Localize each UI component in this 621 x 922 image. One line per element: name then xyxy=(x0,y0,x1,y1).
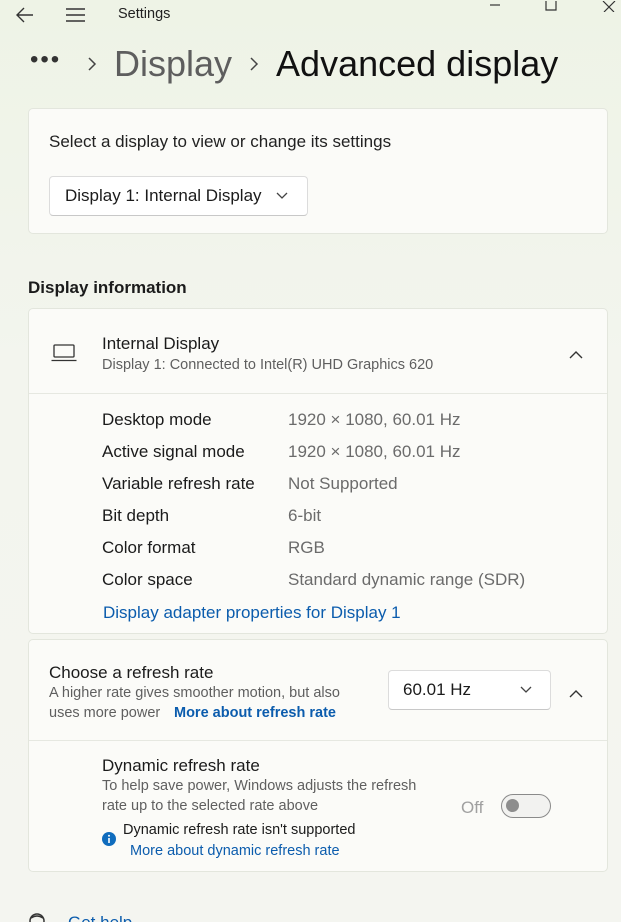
get-help-row[interactable]: Get help xyxy=(28,906,228,922)
chevron-right-icon xyxy=(70,56,114,72)
laptop-icon xyxy=(51,344,77,367)
help-icon xyxy=(28,912,46,922)
back-button[interactable] xyxy=(12,4,38,26)
breadcrumb: ••• Display Advanced display xyxy=(30,42,558,86)
minimize-icon xyxy=(490,4,500,6)
refresh-rate-desc-line1: A higher rate gives smoother motion, but… xyxy=(49,685,340,701)
select-display-label: Select a display to view or change its s… xyxy=(49,132,392,151)
refresh-rate-dropdown[interactable]: 60.01 Hz xyxy=(388,670,551,710)
refresh-rate-desc-line2: uses more power xyxy=(49,705,161,721)
maximize-icon xyxy=(545,0,557,11)
chevron-up-icon[interactable] xyxy=(569,346,583,364)
back-arrow-icon xyxy=(16,7,33,23)
info-value-active-signal-mode: 1920 × 1080, 60.01 Hz xyxy=(288,442,461,461)
dynamic-refresh-toggle[interactable] xyxy=(501,794,551,818)
info-label-active-signal-mode: Active signal mode xyxy=(102,442,245,461)
info-icon xyxy=(102,832,116,851)
display-dropdown[interactable]: Display 1: Internal Display xyxy=(49,176,308,216)
info-value-variable-refresh-rate: Not Supported xyxy=(288,474,398,493)
chevron-down-icon xyxy=(276,192,288,200)
breadcrumb-overflow-button[interactable]: ••• xyxy=(30,46,70,74)
hamburger-icon xyxy=(65,8,85,22)
nav-menu-button[interactable] xyxy=(62,4,88,26)
refresh-rate-dropdown-value: 60.01 Hz xyxy=(403,680,472,699)
page-title: Advanced display xyxy=(276,43,559,84)
display-information-heading: Display information xyxy=(28,278,187,297)
toggle-state-label: Off xyxy=(461,798,484,817)
toggle-knob xyxy=(506,799,519,812)
display-subtitle: Display 1: Connected to Intel(R) UHD Gra… xyxy=(102,357,434,373)
info-label-color-format: Color format xyxy=(102,538,196,557)
info-label-variable-refresh-rate: Variable refresh rate xyxy=(102,474,255,493)
info-value-color-space: Standard dynamic range (SDR) xyxy=(288,570,526,589)
refresh-rate-header: Choose a refresh rate A higher rate give… xyxy=(29,640,607,741)
info-value-bit-depth: 6-bit xyxy=(288,506,322,525)
close-icon xyxy=(602,0,615,12)
more-about-dynamic-refresh-link[interactable]: More about dynamic refresh rate xyxy=(130,841,340,861)
refresh-rate-title: Choose a refresh rate xyxy=(49,663,214,682)
display-adapter-properties-link[interactable]: Display adapter properties for Display 1 xyxy=(103,603,401,623)
info-label-color-space: Color space xyxy=(102,570,193,589)
display-dropdown-value: Display 1: Internal Display xyxy=(65,186,262,205)
dynamic-refresh-desc-line2: rate up to the selected rate above xyxy=(102,798,319,814)
chevron-up-icon[interactable] xyxy=(569,685,583,703)
dynamic-refresh-notice: Dynamic refresh rate isn't supported xyxy=(123,822,356,838)
get-help-link[interactable]: Get help xyxy=(68,913,132,922)
title-bar: Settings xyxy=(0,0,621,32)
info-label-bit-depth: Bit depth xyxy=(102,506,170,525)
breadcrumb-display-link[interactable]: Display xyxy=(114,43,232,85)
info-label-desktop-mode: Desktop mode xyxy=(102,410,212,429)
more-about-refresh-rate-link[interactable]: More about refresh rate xyxy=(174,703,336,723)
chevron-down-icon xyxy=(520,686,532,694)
display-information-card: Internal Display Display 1: Connected to… xyxy=(28,308,608,634)
info-value-desktop-mode: 1920 × 1080, 60.01 Hz xyxy=(288,410,461,429)
close-button[interactable] xyxy=(596,0,621,12)
info-value-color-format: RGB xyxy=(288,538,325,557)
refresh-rate-card: Choose a refresh rate A higher rate give… xyxy=(28,639,608,872)
display-info-header[interactable]: Internal Display Display 1: Connected to… xyxy=(29,309,607,394)
chevron-right-icon xyxy=(232,56,276,72)
select-display-card: Select a display to view or change its s… xyxy=(28,108,608,234)
dynamic-refresh-title: Dynamic refresh rate xyxy=(102,756,260,775)
display-name: Internal Display xyxy=(102,334,220,353)
minimize-button[interactable] xyxy=(482,0,508,10)
dynamic-refresh-desc-line1: To help save power, Windows adjusts the … xyxy=(102,778,417,794)
maximize-button[interactable] xyxy=(538,0,564,12)
window-title: Settings xyxy=(118,6,171,22)
